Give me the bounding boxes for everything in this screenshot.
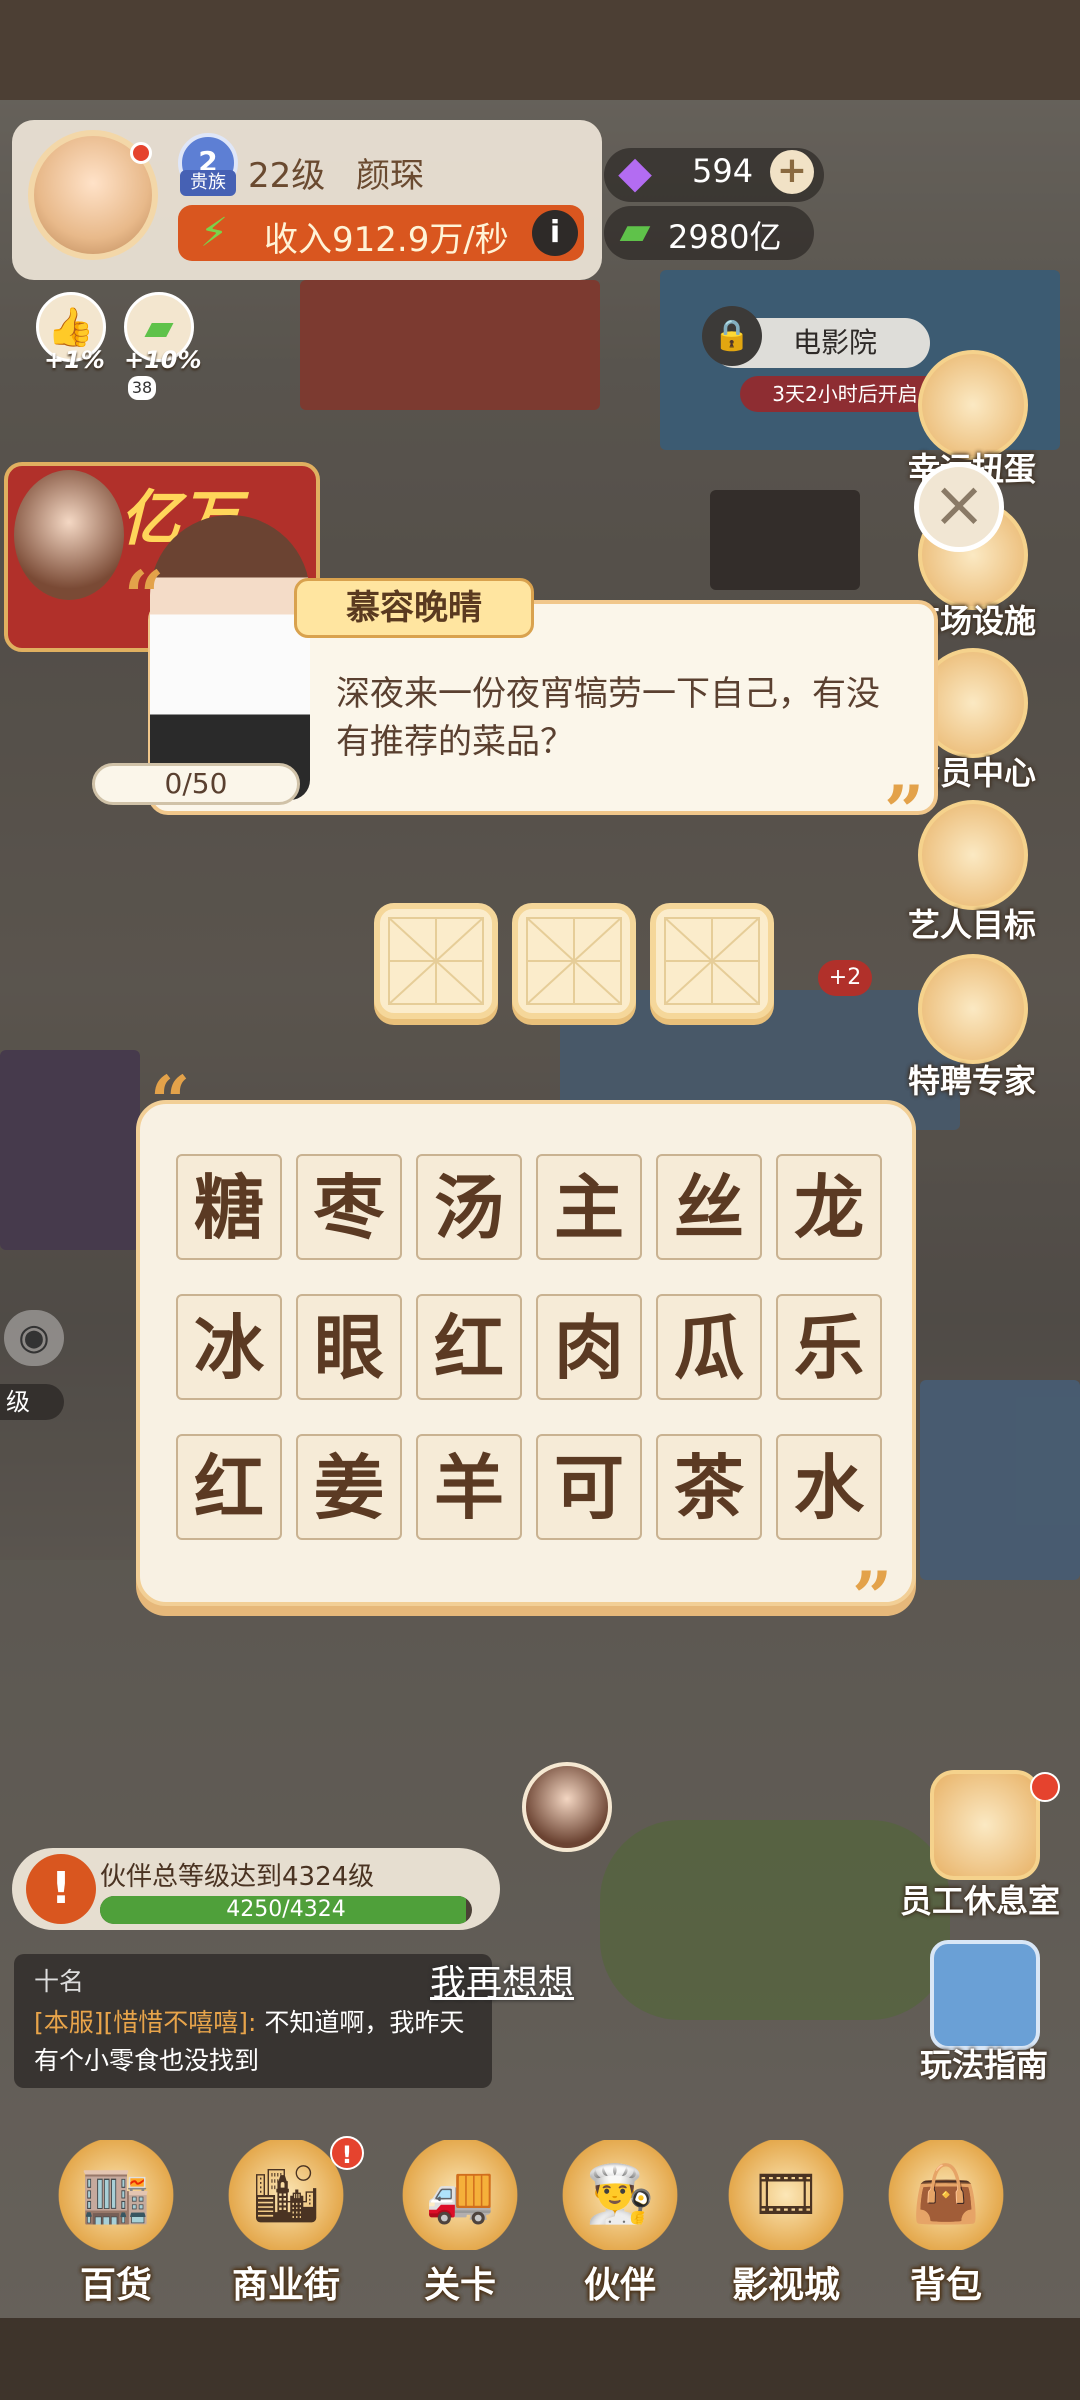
income-info-button[interactable]: i	[532, 210, 578, 256]
letter-tile[interactable]: 红	[176, 1434, 282, 1540]
nav-department-store[interactable]: 🏬 百货	[36, 2140, 196, 2310]
chat-message-line: [本服][惜惜不嘻嘻]: 不知道啊，我昨天有个小零食也没找到	[34, 2004, 484, 2080]
chef-icon: 👨‍🍳	[560, 2140, 680, 2250]
top-band	[0, 0, 1080, 100]
nav-label: 关卡	[423, 2265, 496, 2306]
side-label-expert: 特聘专家	[908, 1062, 1037, 1100]
lock-icon: 🔒	[702, 306, 762, 366]
grid-icon	[388, 917, 484, 1005]
letter-tile[interactable]: 茶	[656, 1434, 762, 1540]
letter-tile[interactable]: 龙	[776, 1154, 882, 1260]
letter-tile[interactable]: 可	[536, 1434, 642, 1540]
npc-character	[150, 515, 310, 800]
letter-tile[interactable]: 糖	[176, 1154, 282, 1260]
department-store-icon: 🏬	[56, 2140, 176, 2250]
quest-text: 伙伴总等级达到4324级	[100, 1862, 375, 1892]
add-gems-button[interactable]: +	[770, 150, 814, 194]
letter-tile[interactable]: 瓜	[656, 1294, 762, 1400]
letter-tile[interactable]: 冰	[176, 1294, 282, 1400]
nav-film-city[interactable]: 🎞 影视城	[706, 2140, 866, 2310]
npc-avatar[interactable]	[522, 1762, 612, 1852]
nav-alert-badge: !	[330, 2136, 364, 2170]
open-quote-icon: “	[150, 1060, 191, 1143]
chat-user: [惜惜不嘻嘻]	[103, 2008, 249, 2037]
alert-icon: !	[26, 1854, 96, 1924]
side-label-artist: 艺人目标	[908, 906, 1037, 944]
question-progress: 0/50	[92, 763, 300, 805]
letter-tile[interactable]: 红	[416, 1294, 522, 1400]
close-icon[interactable]: ×	[914, 462, 1004, 552]
lightning-cash-icon: ⚡	[199, 210, 229, 256]
nav-label: 影视城	[731, 2265, 840, 2306]
answer-slot[interactable]	[512, 903, 636, 1019]
notification-dot	[1030, 1772, 1060, 1802]
chat-colon: :	[248, 2008, 265, 2037]
eye-icon[interactable]: ◉	[4, 1310, 64, 1366]
cash-count: 2980亿	[668, 218, 782, 256]
promo-character	[14, 470, 124, 600]
gem-icon: ◆	[618, 147, 652, 198]
nav-label: 百货	[79, 2265, 152, 2306]
nav-label: 商业街	[231, 2265, 340, 2306]
guide-label: 玩法指南	[920, 2046, 1049, 2084]
grid-icon	[526, 917, 622, 1005]
letter-tile[interactable]: 乐	[776, 1294, 882, 1400]
chat-title: 十名	[34, 1967, 85, 1996]
truck-icon: 🚚	[400, 2140, 520, 2250]
chat-channel: [本服]	[34, 2008, 104, 2037]
notification-dot	[130, 142, 152, 164]
letter-tile[interactable]: 肉	[536, 1294, 642, 1400]
film-reel-icon: 🎞	[726, 2140, 846, 2250]
cinema-title: 电影院	[792, 326, 877, 359]
letter-tile[interactable]: 丝	[656, 1154, 762, 1260]
letter-tile[interactable]: 姜	[296, 1434, 402, 1540]
letter-tile[interactable]: 主	[536, 1154, 642, 1260]
nav-label: 伙伴	[583, 2265, 656, 2306]
rank-label: 贵族	[180, 170, 236, 196]
buff-cash-pct: +10%	[124, 346, 202, 374]
letter-tile[interactable]: 枣	[296, 1154, 402, 1260]
close-quote-icon: ”	[884, 770, 925, 853]
gem-count: 594	[692, 152, 754, 190]
buff-like-pct: +1%	[44, 346, 105, 374]
guide-tablet-icon[interactable]	[930, 1940, 1040, 2050]
question-text: 深夜来一份夜宵犒劳一下自己，有没有推荐的菜品？	[336, 674, 880, 762]
grid-icon	[664, 917, 760, 1005]
cash-icon: ▰	[619, 208, 651, 254]
player-name: 颜琛	[356, 156, 424, 196]
expert-icon[interactable]	[918, 954, 1028, 1064]
letter-tile[interactable]: 羊	[416, 1434, 522, 1540]
bottom-band	[0, 2318, 1080, 2400]
answer-slot[interactable]	[650, 903, 774, 1019]
npc-name-tag: 慕容晚晴	[294, 578, 534, 638]
income-text: 收入912.9万/秒	[264, 220, 509, 260]
nav-stages[interactable]: 🚚 关卡	[380, 2140, 540, 2310]
letter-tile[interactable]: 汤	[416, 1154, 522, 1260]
commercial-street-icon: 🏙	[226, 2140, 346, 2250]
open-quote-icon: “	[124, 555, 165, 638]
close-quote-icon: ”	[852, 1556, 893, 1639]
letter-tile[interactable]: 眼	[296, 1294, 402, 1400]
quest-progress-text: 4250/4324	[226, 1897, 346, 1922]
nav-partners[interactable]: 👨‍🍳 伙伴	[540, 2140, 700, 2310]
left-level-tag: 级	[0, 1384, 64, 1420]
nav-bag[interactable]: 👜 背包	[866, 2140, 1026, 2310]
answer-slot[interactable]	[374, 903, 498, 1019]
artist-goal-icon[interactable]	[918, 800, 1028, 910]
player-level: 22级	[248, 156, 326, 196]
think-again-button[interactable]: 我再想想	[430, 1954, 574, 2006]
letter-tile[interactable]: 水	[776, 1434, 882, 1540]
nav-label: 背包	[909, 2265, 982, 2306]
buff-count-badge: 38	[128, 376, 156, 400]
side-badge: +2	[818, 960, 872, 996]
staff-lounge-label: 员工休息室	[900, 1882, 1061, 1920]
sofa-icon[interactable]	[930, 1770, 1040, 1880]
bag-icon: 👜	[886, 2140, 1006, 2250]
